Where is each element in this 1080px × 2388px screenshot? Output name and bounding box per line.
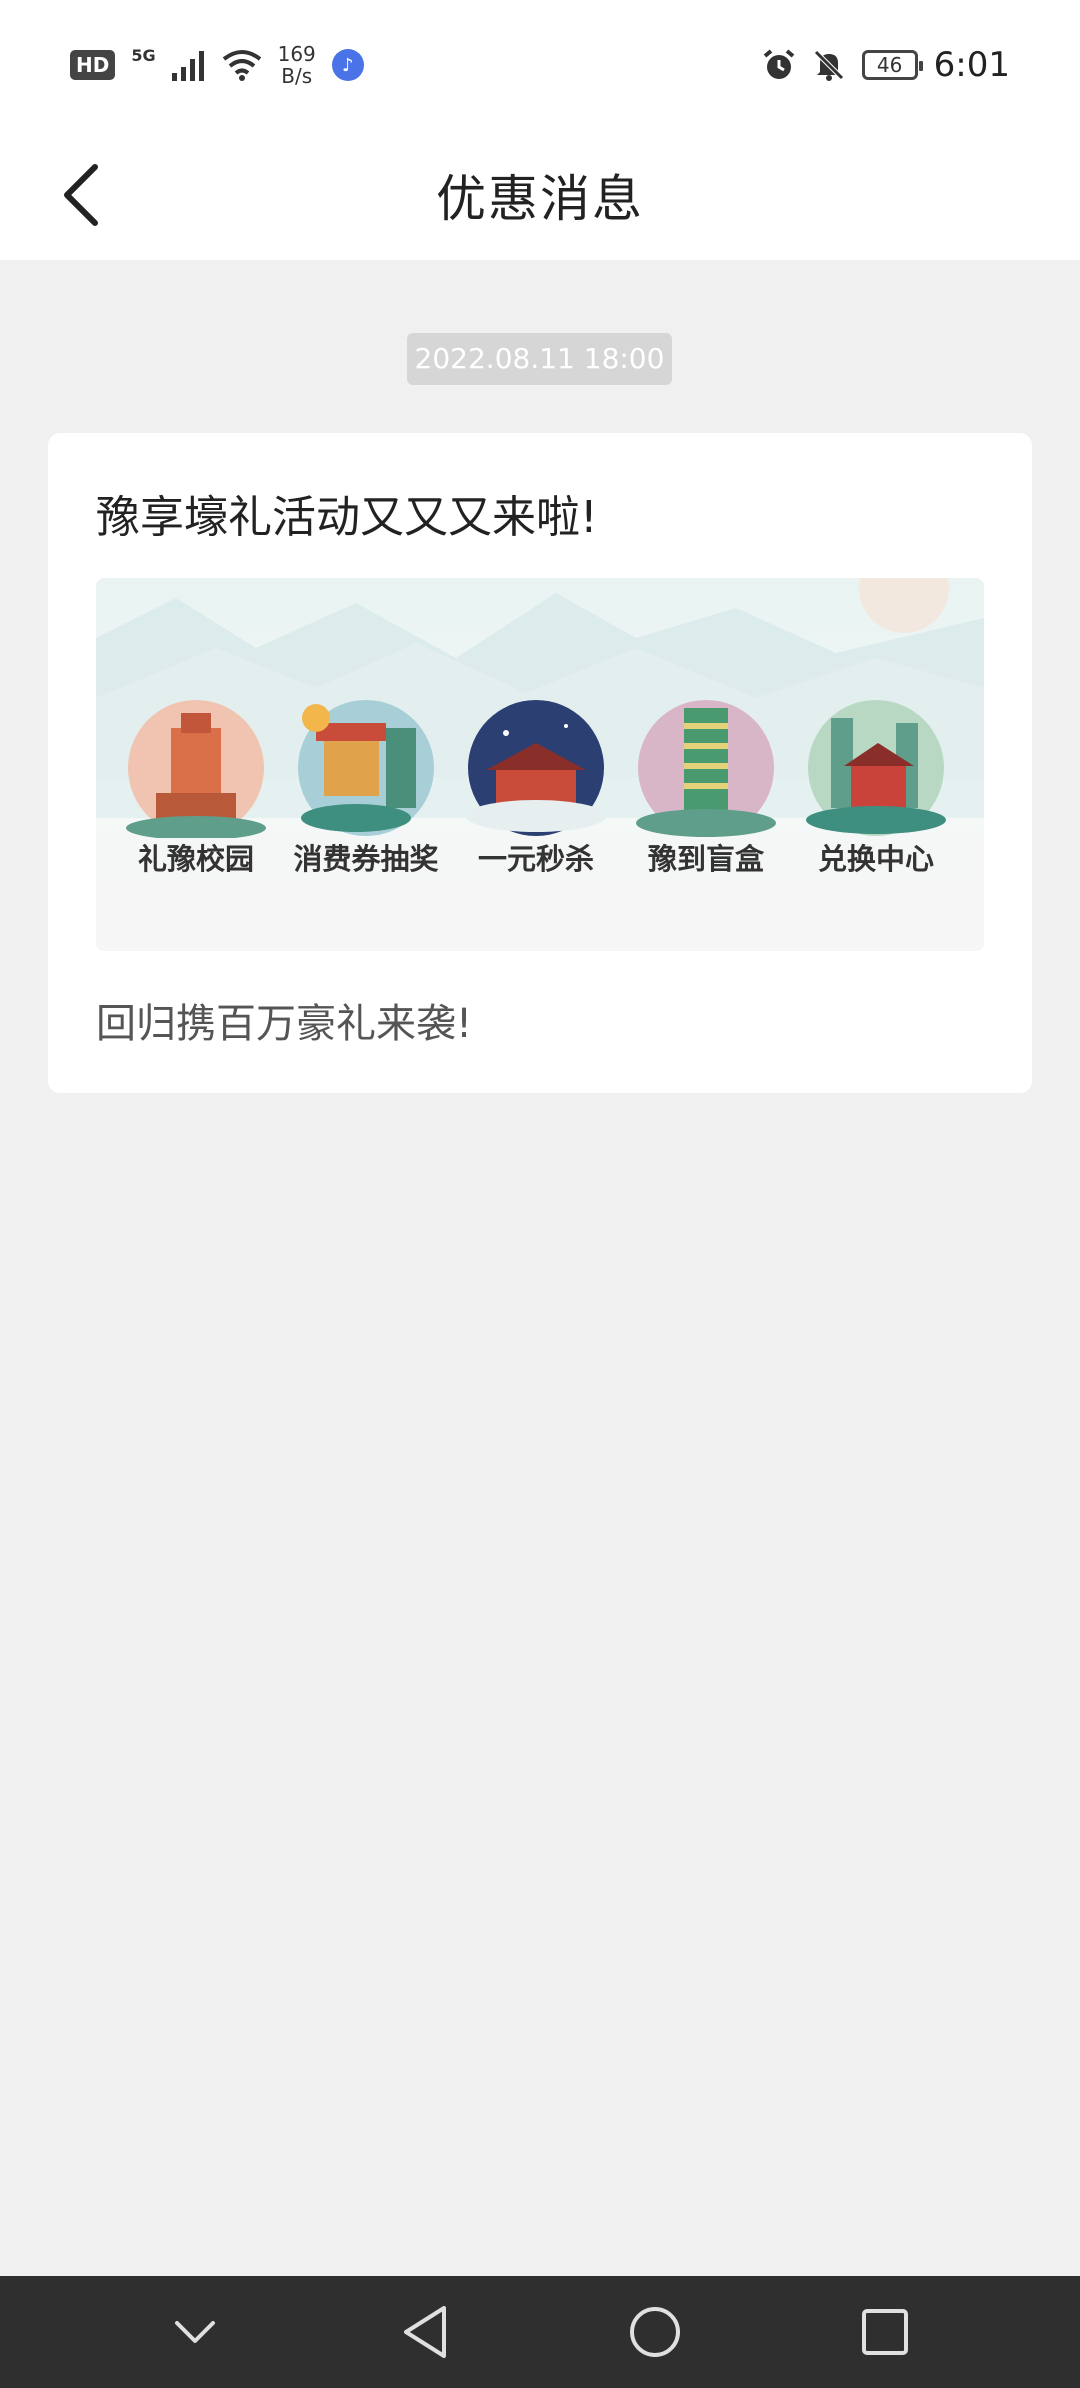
- network-speed: 169 B/s: [278, 43, 316, 87]
- chevron-down-icon: [175, 2321, 215, 2343]
- banner-item-exchange-center[interactable]: 兑换中心: [796, 698, 956, 898]
- nav-hide-button[interactable]: [150, 2287, 240, 2377]
- notifications-muted-icon: [813, 50, 844, 81]
- nav-back-button[interactable]: [380, 2287, 470, 2377]
- campus-illustration: [126, 700, 266, 838]
- speed-unit: B/s: [281, 64, 313, 88]
- chevron-left-icon: [64, 164, 98, 226]
- banner-label: 兑换中心: [817, 842, 934, 876]
- triangle-back-icon: [404, 2306, 446, 2358]
- status-left: HD 5G 169 B/s ♪: [70, 43, 364, 87]
- system-nav-bar: [0, 2276, 1080, 2388]
- network-type: 5G: [131, 45, 156, 65]
- coupon-lottery-illustration: [298, 700, 434, 836]
- exchange-center-illustration: [806, 700, 946, 836]
- promo-banner-image[interactable]: 礼豫校园 消费券抽奖 一元秒杀 豫到盲盒 兑换中心: [96, 578, 984, 951]
- circle-home-icon: [630, 2307, 680, 2357]
- nav-home-button[interactable]: [610, 2287, 700, 2377]
- message-title: 豫享壕礼活动又又又来啦!: [96, 492, 598, 543]
- page-title: 优惠消息: [436, 170, 644, 228]
- banner-label: 礼豫校园: [137, 842, 254, 876]
- message-timestamp: 2022.08.11 18:00: [407, 333, 672, 385]
- app-header: 优惠消息: [0, 130, 1080, 260]
- status-right: 46 6:01: [762, 45, 1010, 85]
- cell-signal-icon: [171, 51, 204, 81]
- nav-recents-button[interactable]: [840, 2287, 930, 2377]
- banner-item-flash-sale[interactable]: 一元秒杀: [456, 698, 616, 898]
- back-button[interactable]: [38, 152, 124, 238]
- clock: 6:01: [933, 45, 1010, 85]
- status-bar: HD 5G 169 B/s ♪ 46 6:01: [0, 0, 1080, 130]
- alarm-icon: [763, 49, 794, 79]
- speed-value: 169: [277, 42, 316, 66]
- wifi-icon: [222, 50, 261, 81]
- message-description: 回归携百万豪礼来袭!: [96, 1001, 473, 1047]
- banner-label: 一元秒杀: [477, 842, 594, 876]
- banner-item-campus[interactable]: 礼豫校园: [116, 698, 276, 898]
- blind-box-illustration: [636, 700, 776, 837]
- music-app-icon: ♪: [331, 49, 364, 81]
- flash-sale-illustration: [466, 700, 606, 836]
- banner-label: 豫到盲盒: [647, 842, 764, 876]
- banner-label: 消费券抽奖: [293, 842, 439, 876]
- promo-message-card[interactable]: 豫享壕礼活动又又又来啦! 礼豫校园 消费券抽奖 一元秒杀 豫到盲盒 兑换中心 回…: [48, 433, 1032, 1093]
- battery-level: 46: [876, 53, 903, 77]
- hd-icon: HD: [70, 50, 116, 80]
- square-recents-icon: [862, 2309, 908, 2355]
- banner-item-blind-box[interactable]: 豫到盲盒: [626, 698, 786, 898]
- battery-icon: 46: [861, 50, 923, 80]
- banner-item-coupon-lottery[interactable]: 消费券抽奖: [286, 698, 446, 898]
